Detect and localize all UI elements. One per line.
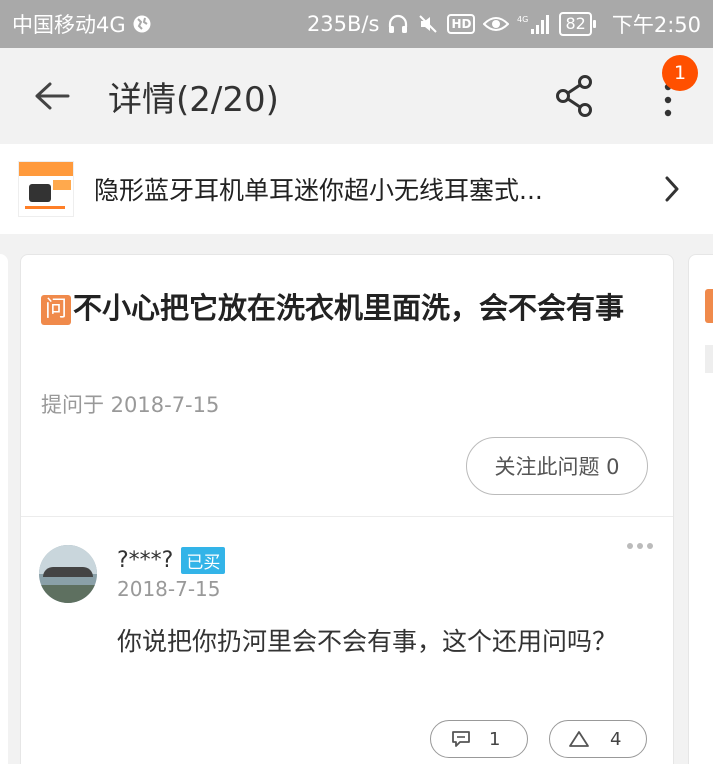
bought-badge: 已买 xyxy=(181,547,226,574)
carrier-label: 中国移动4G xyxy=(12,13,126,37)
answer-date: 2018-7-15 xyxy=(117,577,221,601)
clock: 下午2:50 xyxy=(611,13,701,37)
answer-text: 你说把你扔河里会不会有事，这个还用问吗？ xyxy=(117,627,618,656)
like-count: 4 xyxy=(610,728,622,750)
question-text: 不小心把它放在洗衣机里面洗，会不会有事 xyxy=(73,291,625,325)
svg-text:4G: 4G xyxy=(517,15,528,24)
mute-icon xyxy=(417,13,439,35)
signal-icon: 4G xyxy=(517,13,551,35)
product-link[interactable]: 隐形蓝牙耳机单耳迷你超小无线耳塞式... xyxy=(0,144,713,234)
answer-user: ?***? 已买 xyxy=(117,547,226,574)
answer-more-icon[interactable] xyxy=(627,541,655,551)
product-thumbnail xyxy=(18,161,74,217)
headphones-icon xyxy=(387,13,409,35)
back-button[interactable] xyxy=(22,66,82,126)
previous-card-peek[interactable] xyxy=(0,254,8,764)
avatar[interactable] xyxy=(39,545,97,603)
reply-count: 1 xyxy=(489,728,501,750)
reply-button[interactable]: 1 xyxy=(430,720,528,758)
data-speed: 235B/s xyxy=(306,12,380,36)
triangle-up-icon xyxy=(569,731,589,747)
username: ?***? xyxy=(117,548,174,573)
share-icon xyxy=(556,75,592,117)
status-bar: 中国移动4G 235B/s HD 4G 82 下午2:50 xyxy=(0,0,713,48)
hd-icon: HD xyxy=(447,14,476,34)
battery-indicator: 82 xyxy=(559,12,597,36)
app-bar: 详情(2/20) xyxy=(0,48,713,144)
question-card: 问不小心把它放在洗衣机里面洗，会不会有事 提问于 2018-7-15 关注此问题… xyxy=(20,254,674,764)
share-button[interactable] xyxy=(548,70,600,122)
question-icon: 问 xyxy=(41,295,71,325)
eye-icon xyxy=(483,14,510,34)
arrow-left-icon xyxy=(35,82,70,110)
follow-question-button[interactable]: 关注此问题 0 xyxy=(466,437,648,495)
question-title: 问不小心把它放在洗衣机里面洗，会不会有事 xyxy=(41,285,651,331)
like-button[interactable]: 4 xyxy=(549,720,647,758)
next-card-peek[interactable] xyxy=(688,254,713,764)
notification-badge: 1 xyxy=(662,55,698,91)
globe-icon xyxy=(132,14,152,34)
page-title: 详情(2/20) xyxy=(108,79,279,120)
question-icon xyxy=(705,289,713,323)
asked-date: 提问于 2018-7-15 xyxy=(41,393,220,417)
comment-icon xyxy=(452,731,470,747)
product-name: 隐形蓝牙耳机单耳迷你超小无线耳塞式... xyxy=(94,176,543,205)
chevron-right-icon xyxy=(658,172,686,206)
